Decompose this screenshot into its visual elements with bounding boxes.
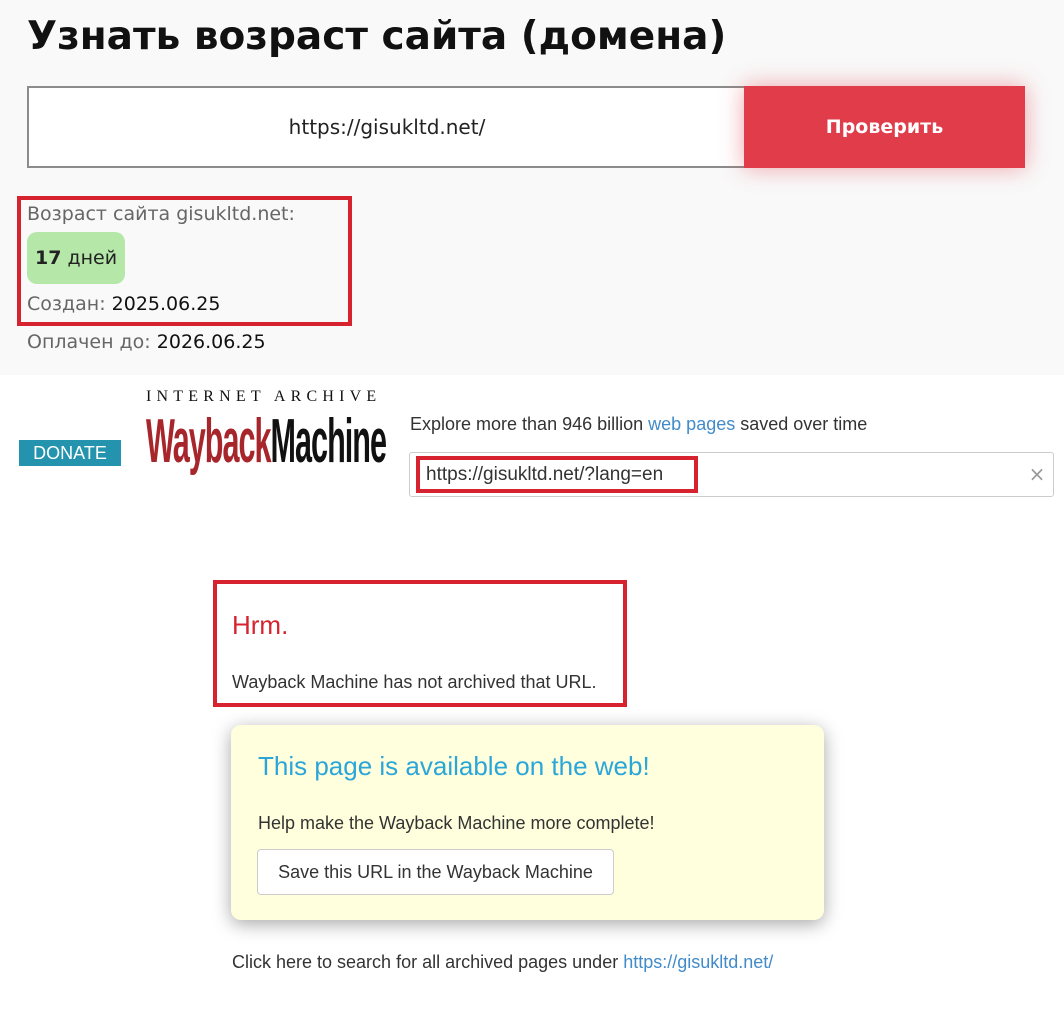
page-available-card: This page is available on the web! Help … xyxy=(231,725,824,920)
wayback-search-input[interactable] xyxy=(426,461,986,489)
not-archived-message: Wayback Machine has not archived that UR… xyxy=(232,672,597,692)
search-archived-pages-text: Click here to search for all archived pa… xyxy=(232,952,773,973)
wayback-machine-logo-text: WaybackMachine xyxy=(146,410,386,476)
available-text: Help make the Wayback Machine more compl… xyxy=(258,813,655,833)
wayback-search-box: × xyxy=(409,452,1054,497)
paid-value: 2026.06.25 xyxy=(156,331,266,353)
paid-label: Оплачен до: xyxy=(27,331,151,353)
age-unit: дней xyxy=(67,247,118,269)
paid-until-row: Оплачен до: 2026.06.25 xyxy=(27,328,266,356)
explore-text: Explore more than 946 billion web pages … xyxy=(410,414,867,435)
created-value: 2025.06.25 xyxy=(111,293,221,315)
web-pages-link[interactable]: web pages xyxy=(648,414,735,434)
created-label: Создан: xyxy=(27,293,106,315)
explore-suffix: saved over time xyxy=(740,414,868,434)
explore-prefix: Explore more than 946 billion xyxy=(410,414,644,434)
age-label: Возраст сайта gisukltd.net: xyxy=(27,203,295,225)
bottom-prefix: Click here to search for all archived pa… xyxy=(232,952,619,972)
age-badge: 17 дней xyxy=(27,232,126,284)
save-url-button[interactable]: Save this URL in the Wayback Machine xyxy=(257,849,614,895)
domain-url-input[interactable] xyxy=(27,86,745,168)
clear-icon[interactable]: × xyxy=(1027,461,1047,487)
donate-button[interactable]: DONATE xyxy=(19,440,121,466)
internet-archive-wordmark: INTERNET ARCHIVE xyxy=(146,388,382,405)
available-title: This page is available on the web! xyxy=(258,751,650,781)
page-title: Узнать возраст сайта (домена) xyxy=(27,14,727,59)
hrm-heading: Hrm. xyxy=(232,610,289,640)
archived-pages-link[interactable]: https://gisukltd.net/ xyxy=(623,952,773,972)
domain-age-checker: Узнать возраст сайта (домена) Проверить … xyxy=(0,0,1064,375)
check-button[interactable]: Проверить xyxy=(744,86,1025,168)
wayback-machine-logo-icon: WaybackMachine xyxy=(146,410,386,476)
created-row: Создан: 2025.06.25 xyxy=(27,290,220,318)
age-number: 17 xyxy=(35,247,62,269)
wayback-logo[interactable]: INTERNET ARCHIVE WaybackMachine xyxy=(146,388,386,480)
